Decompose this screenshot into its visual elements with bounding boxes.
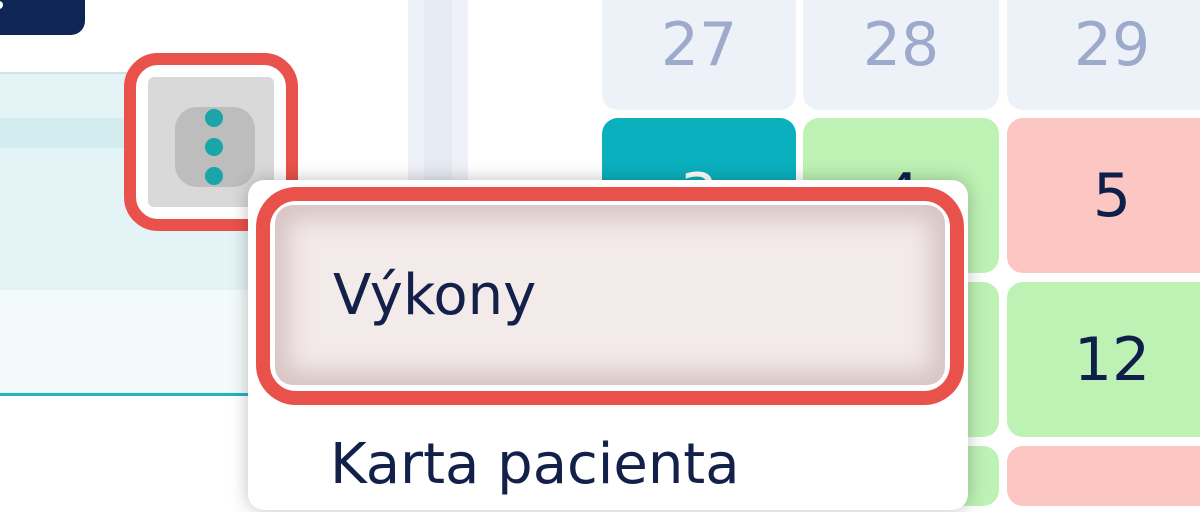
- menu-item-label: Karta pacienta: [330, 432, 740, 497]
- calendar-day-header: 28: [803, 0, 999, 110]
- kebab-dot: [205, 138, 223, 156]
- menu-item-vykony[interactable]: Výkony: [275, 205, 945, 385]
- calendar-day-header: 29: [1007, 0, 1200, 110]
- menu-item-label: Výkony: [333, 262, 537, 328]
- calendar-day[interactable]: 5: [1007, 118, 1200, 273]
- more-options-button[interactable]: [175, 107, 255, 187]
- calendar-day-header: 27: [602, 0, 796, 110]
- appointment-row-lower: [0, 290, 290, 395]
- toolbar-dark-button[interactable]: [0, 0, 85, 35]
- calendar-day[interactable]: 12: [1007, 282, 1200, 437]
- row-divider: [0, 393, 290, 396]
- kebab-dot: [205, 167, 223, 185]
- kebab-dot: [205, 109, 223, 127]
- menu-item-karta-pacienta[interactable]: Karta pacienta: [330, 432, 950, 512]
- calendar-day[interactable]: [1007, 446, 1200, 506]
